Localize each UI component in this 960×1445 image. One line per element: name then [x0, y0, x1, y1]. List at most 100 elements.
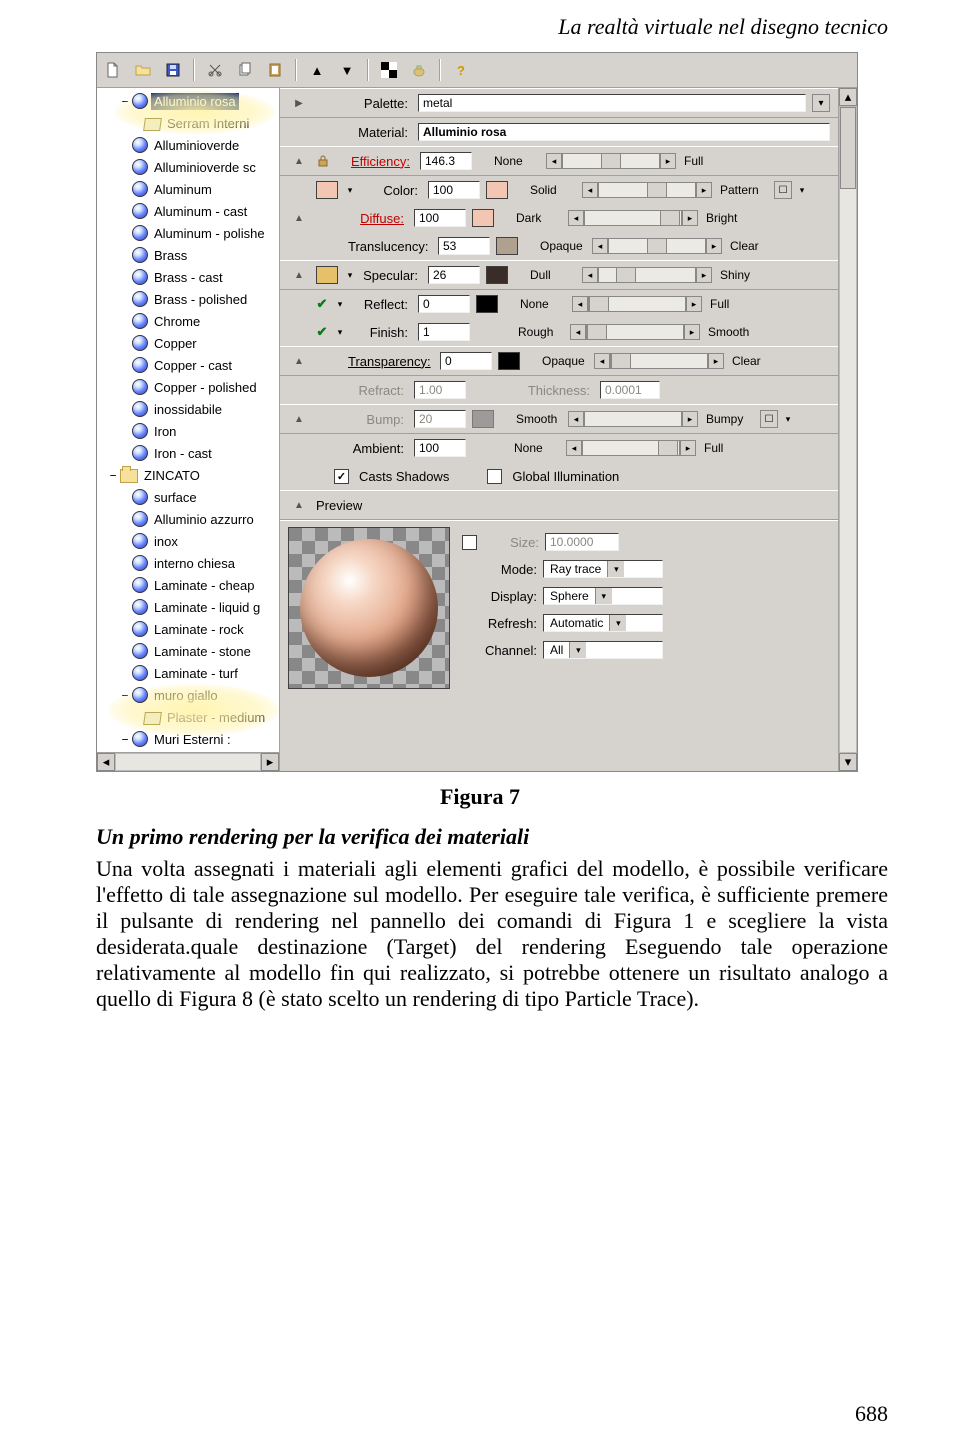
tree-node[interactable]: Laminate - rock — [99, 618, 279, 640]
tree-node[interactable]: Laminate - turf — [99, 662, 279, 684]
tree-node-serram-interni[interactable]: Serram Interni — [99, 112, 279, 134]
specular-slider[interactable]: ◂▸ — [582, 267, 712, 283]
tree-node-muri-esterni[interactable]: Plaster - medium — [99, 706, 279, 728]
tree-node[interactable]: Chrome — [99, 310, 279, 332]
slider-left-arrow-icon[interactable]: ◂ — [546, 153, 562, 169]
bump-extra-button[interactable]: ☐ — [760, 410, 778, 428]
triangle-right-icon[interactable]: ▶ — [292, 96, 306, 110]
collapse-icon[interactable]: ▲ — [292, 412, 306, 426]
collapse-icon[interactable]: ▲ — [292, 498, 306, 512]
collapse-icon[interactable]: ▲ — [292, 354, 306, 368]
palette-dropdown-button[interactable]: ▾ — [812, 94, 830, 112]
reflect-slider[interactable]: ◂▸ — [572, 296, 702, 312]
tree-node[interactable]: Aluminum — [99, 178, 279, 200]
tree-node-alluminio-rosa[interactable]: −Alluminio rosa — [99, 90, 279, 112]
tree-node[interactable]: Aluminum - polishe — [99, 222, 279, 244]
ambient-slider[interactable]: ◂▸ — [566, 440, 696, 456]
color-swatch[interactable] — [316, 266, 338, 284]
collapse-icon[interactable]: ▲ — [292, 268, 306, 282]
mode-combo[interactable]: Ray trace▾ — [543, 560, 663, 578]
tree-node[interactable]: surface — [99, 486, 279, 508]
scroll-track[interactable] — [839, 106, 857, 753]
collapse-icon[interactable]: ▲ — [292, 154, 306, 168]
dropdown-icon[interactable]: ▾ — [344, 267, 356, 283]
ambient-input[interactable]: 100 — [414, 439, 466, 457]
tree-node-plaster-medium[interactable]: −muro giallo — [99, 684, 279, 706]
tree-node[interactable]: Iron - cast — [99, 442, 279, 464]
refresh-combo[interactable]: Automatic▾ — [543, 614, 663, 632]
scroll-thumb[interactable] — [840, 107, 856, 189]
material-tree[interactable]: −Alluminio rosa Serram Interni Alluminio… — [97, 88, 279, 752]
tree-node[interactable]: Brass - cast — [99, 266, 279, 288]
color-slider[interactable]: ◂▸ — [582, 182, 712, 198]
open-button[interactable] — [131, 58, 155, 82]
dropdown-icon[interactable]: ▾ — [782, 411, 794, 427]
dropdown-icon[interactable]: ▾ — [569, 642, 586, 658]
render-button[interactable] — [407, 58, 431, 82]
dropdown-icon[interactable]: ▾ — [609, 615, 626, 631]
tree-node[interactable]: Alluminioverde — [99, 134, 279, 156]
cut-button[interactable] — [203, 58, 227, 82]
checker-button[interactable] — [377, 58, 401, 82]
tree-node[interactable]: inossidabile — [99, 398, 279, 420]
copy-button[interactable] — [233, 58, 257, 82]
slider-right-arrow-icon[interactable]: ▸ — [660, 153, 676, 169]
tree-node[interactable]: Iron — [99, 420, 279, 442]
paste-button[interactable] — [263, 58, 287, 82]
save-button[interactable] — [161, 58, 185, 82]
scroll-up-button[interactable]: ▴ — [839, 88, 857, 106]
dropdown-icon[interactable]: ▾ — [334, 296, 346, 312]
efficiency-input[interactable]: 146.3 — [420, 152, 472, 170]
specular-input[interactable]: 26 — [428, 266, 480, 284]
reflect-input[interactable]: 0 — [418, 295, 470, 313]
panel-v-scrollbar[interactable]: ▴ ▾ — [838, 88, 857, 771]
dropdown-icon[interactable]: ▾ — [595, 588, 612, 604]
casts-shadows-checkbox[interactable]: ✓ — [334, 469, 349, 484]
scroll-track[interactable] — [115, 753, 261, 771]
scroll-left-button[interactable]: ◂ — [97, 753, 115, 771]
tree-node[interactable]: Laminate - stone — [99, 640, 279, 662]
tree-node[interactable]: Alluminio azzurro — [99, 508, 279, 530]
tree-node-plaster-rough[interactable]: −Muri Esterni : — [99, 728, 279, 750]
tree-node[interactable]: inox — [99, 530, 279, 552]
tree-node[interactable]: Brass - polished — [99, 288, 279, 310]
transparency-input[interactable]: 0 — [440, 352, 492, 370]
display-combo[interactable]: Sphere▾ — [543, 587, 663, 605]
tree-node[interactable]: Aluminum - cast — [99, 200, 279, 222]
material-field[interactable]: Alluminio rosa — [418, 123, 830, 141]
dropdown-icon[interactable]: ▾ — [334, 324, 346, 340]
channel-combo[interactable]: All▾ — [543, 641, 663, 659]
size-checkbox[interactable] — [462, 535, 477, 550]
translucency-slider[interactable]: ◂▸ — [592, 238, 722, 254]
tree-node[interactable]: Brass — [99, 244, 279, 266]
tree-node[interactable]: Alluminioverde sc — [99, 156, 279, 178]
scroll-right-button[interactable]: ▸ — [261, 753, 279, 771]
help-button[interactable]: ? — [449, 58, 473, 82]
tree-h-scrollbar[interactable]: ◂ ▸ — [97, 752, 279, 771]
diffuse-input[interactable]: 100 — [414, 209, 466, 227]
global-illum-checkbox[interactable] — [487, 469, 502, 484]
finish-input[interactable]: 1 — [418, 323, 470, 341]
color-swatch[interactable] — [316, 181, 338, 199]
dropdown-icon[interactable]: ▾ — [607, 561, 624, 577]
tree-node[interactable]: Laminate - liquid g — [99, 596, 279, 618]
tree-node[interactable]: Copper - polished — [99, 376, 279, 398]
translucency-input[interactable]: 53 — [438, 237, 490, 255]
finish-slider[interactable]: ◂▸ — [570, 324, 700, 340]
dropdown-icon[interactable]: ▾ — [344, 182, 356, 198]
color-input[interactable]: 100 — [428, 181, 480, 199]
efficiency-slider[interactable]: ◂▸ — [546, 153, 676, 169]
efficiency-label[interactable]: Efficiency: — [336, 154, 414, 169]
tree-node-surface[interactable]: −ZINCATO — [99, 464, 279, 486]
dropdown-icon[interactable]: ▾ — [796, 182, 808, 198]
pattern-extra-button[interactable]: ☐ — [774, 181, 792, 199]
diffuse-slider[interactable]: ◂▸ — [568, 210, 698, 226]
transparency-slider[interactable]: ◂▸ — [594, 353, 724, 369]
tree-node[interactable]: Laminate - cheap — [99, 574, 279, 596]
collapse-icon[interactable]: ▲ — [292, 211, 306, 225]
up-button[interactable]: ▲ — [305, 58, 329, 82]
down-button[interactable]: ▼ — [335, 58, 359, 82]
new-button[interactable] — [101, 58, 125, 82]
tree-node[interactable]: Copper - cast — [99, 354, 279, 376]
scroll-down-button[interactable]: ▾ — [839, 753, 857, 771]
